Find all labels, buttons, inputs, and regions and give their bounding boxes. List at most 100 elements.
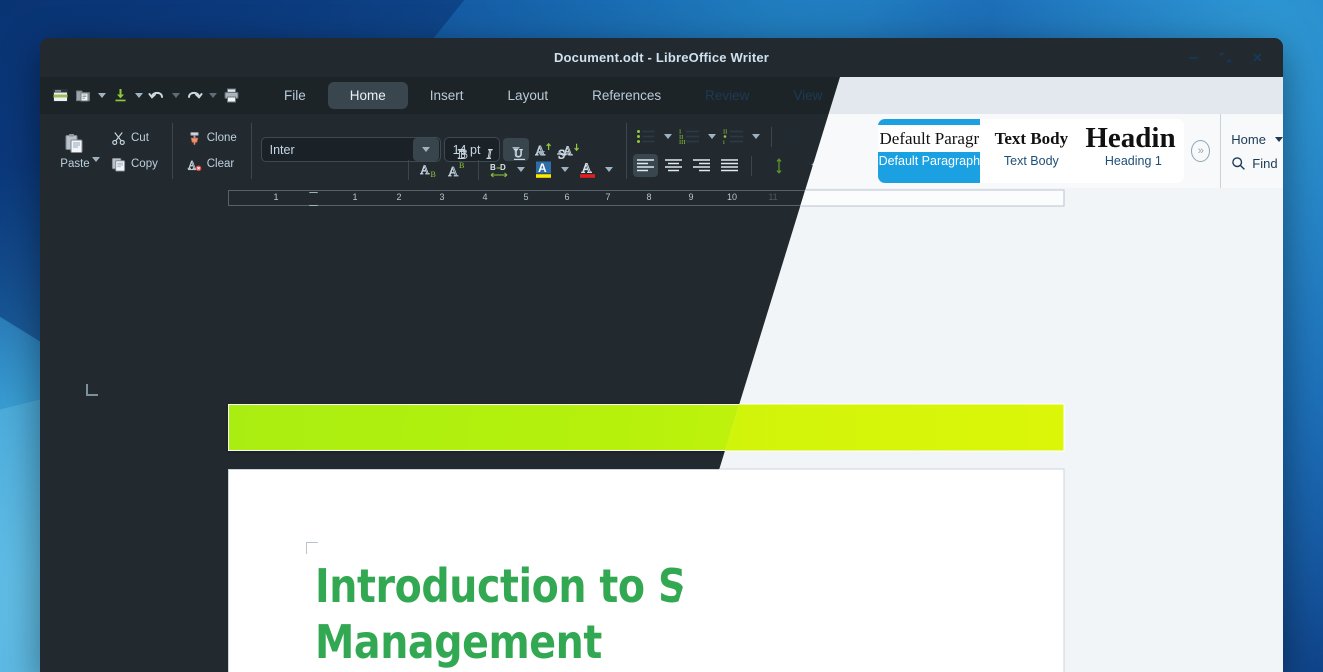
align-right-icon[interactable] — [689, 154, 714, 177]
sidebar-settings-icon[interactable] — [1245, 198, 1279, 232]
svg-text:B: B — [490, 163, 496, 172]
line-spacing-icon[interactable] — [761, 154, 786, 177]
page-icon[interactable] — [1245, 418, 1279, 452]
paste-label: Paste — [60, 158, 89, 170]
undo-icon[interactable] — [146, 84, 168, 108]
redo-dropdown-icon[interactable] — [206, 84, 219, 108]
copy-button[interactable]: Copy — [106, 155, 163, 174]
divider — [172, 123, 173, 179]
page-margin-corner — [306, 542, 318, 554]
ruler-indent-marker-left[interactable] — [309, 192, 318, 206]
outline-list-icon[interactable]: II i — [721, 125, 746, 148]
gallery-icon[interactable] — [1245, 330, 1279, 364]
ribbon-menu-dropdown[interactable]: Home — [1231, 132, 1283, 147]
document-page[interactable]: Introduction to Scientific Management Fr… — [228, 469, 1104, 672]
align-justify-icon[interactable] — [717, 154, 742, 177]
undo-dropdown-icon[interactable] — [169, 84, 182, 108]
maximize-icon[interactable] — [1209, 43, 1241, 73]
tab-extension[interactable]: Extension — [844, 82, 947, 109]
subscript-icon[interactable]: A B — [417, 158, 442, 181]
find-button[interactable]: Find — [1231, 156, 1283, 171]
outline-list-dropdown-icon[interactable] — [749, 125, 762, 148]
styles-icon[interactable]: A — [1245, 286, 1279, 320]
paragraph-background-dropdown-icon[interactable] — [833, 154, 846, 177]
font-color-icon[interactable]: A — [575, 158, 600, 181]
bullet-list-icon[interactable] — [633, 125, 658, 148]
new-document-icon[interactable] — [49, 84, 71, 108]
tab-review[interactable]: Review — [683, 82, 771, 109]
tab-insert[interactable]: Insert — [408, 82, 486, 109]
numbered-list-icon[interactable]: I II III — [677, 125, 702, 148]
line-spacing-dropdown-icon[interactable] — [789, 154, 802, 177]
properties-icon[interactable] — [1245, 242, 1279, 276]
highlight-color-icon[interactable]: A — [531, 158, 556, 181]
clone-formatting-button[interactable]: Clone — [182, 129, 242, 148]
search-icon — [1231, 156, 1246, 171]
decrease-indent-icon[interactable] — [809, 125, 834, 148]
align-left-icon[interactable] — [633, 154, 658, 177]
font-color-dropdown-icon[interactable] — [603, 158, 616, 181]
sidebar-expand-handle[interactable] — [1229, 450, 1240, 516]
expand-styles-button[interactable]: » — [1191, 140, 1210, 162]
highlight-color-dropdown-icon[interactable] — [559, 158, 572, 181]
align-center-icon[interactable] — [661, 154, 686, 177]
vertical-scrollbar-thumb[interactable] — [1217, 233, 1226, 269]
document-workspace: 1 1 2 3 4 5 6 7 8 9 10 11 12 13 14 15 16… — [40, 188, 1283, 672]
superscript-icon[interactable]: A B — [445, 158, 470, 181]
formatting-marks-icon[interactable]: ¶ — [837, 125, 862, 148]
redo-icon[interactable] — [183, 84, 205, 108]
open-document-dropdown-icon[interactable] — [95, 84, 108, 108]
ruler-number: 13 — [851, 192, 861, 202]
ribbon-menu-icon[interactable] — [1248, 85, 1269, 106]
minimize-icon[interactable] — [1177, 43, 1209, 73]
style-card-heading-1[interactable]: Headin Heading 1 — [1082, 119, 1184, 183]
divider — [251, 123, 252, 179]
paste-button[interactable]: Paste — [48, 118, 102, 184]
divider — [626, 123, 627, 179]
character-spacing-dropdown-icon[interactable] — [515, 158, 528, 181]
tab-home[interactable]: Home — [328, 82, 408, 109]
tab-layout[interactable]: Layout — [486, 82, 571, 109]
style-preview: Text Body — [980, 125, 1082, 152]
divider — [408, 160, 409, 180]
tab-references[interactable]: References — [570, 82, 683, 109]
clear-formatting-button[interactable]: A Clear — [182, 155, 242, 174]
save-dropdown-icon[interactable] — [132, 84, 145, 108]
style-label: Heading 1 — [1105, 155, 1162, 168]
print-icon[interactable] — [220, 84, 242, 108]
style-card-text-body[interactable]: Text Body Text Body — [980, 119, 1082, 183]
ruler-number: 10 — [727, 192, 737, 202]
ribbon-menu-label: Home — [1231, 132, 1266, 147]
close-icon[interactable] — [1241, 43, 1273, 73]
tab-tools[interactable]: Tools — [948, 82, 1024, 109]
clipboard-group: Paste Cut Copy — [40, 114, 167, 188]
left-gutter — [40, 188, 228, 672]
ruler-number: 6 — [564, 192, 569, 202]
tab-view[interactable]: View — [771, 82, 844, 109]
style-preview: Headin — [1082, 125, 1184, 152]
ruler-number: 1 — [352, 192, 357, 202]
sidebar-deck: A — [1240, 188, 1283, 672]
tab-stop-indicator[interactable] — [86, 384, 98, 396]
open-document-icon[interactable] — [72, 84, 94, 108]
document-heading[interactable]: Introduction to Scientific Management — [315, 558, 917, 670]
divider — [478, 160, 479, 180]
save-icon[interactable] — [109, 84, 131, 108]
paragraph-background-icon[interactable] — [805, 154, 830, 177]
numbered-list-dropdown-icon[interactable] — [705, 125, 718, 148]
style-inspector-icon[interactable]: A — [1245, 462, 1279, 496]
paste-dropdown-icon[interactable] — [92, 157, 100, 162]
increase-indent-icon[interactable] — [781, 125, 806, 148]
horizontal-ruler[interactable]: 1 1 2 3 4 5 6 7 8 9 10 11 12 13 14 15 16… — [228, 190, 1104, 206]
ruler-number: 16 — [975, 192, 985, 202]
bullet-list-dropdown-icon[interactable] — [661, 125, 674, 148]
vertical-scrollbar[interactable] — [1214, 188, 1227, 672]
libreoffice-writer-window: Document.odt - LibreOffice Writer — [40, 38, 1283, 672]
cut-button[interactable]: Cut — [106, 129, 163, 148]
ruler-number: 9 — [688, 192, 693, 202]
styles-gallery: Default Paragr Default Paragraph Text Bo… — [878, 119, 1184, 183]
navigator-icon[interactable] — [1245, 374, 1279, 408]
tab-file[interactable]: File — [262, 82, 328, 109]
style-card-default-paragraph[interactable]: Default Paragr Default Paragraph — [878, 119, 980, 183]
character-spacing-icon[interactable]: B D — [487, 158, 512, 181]
